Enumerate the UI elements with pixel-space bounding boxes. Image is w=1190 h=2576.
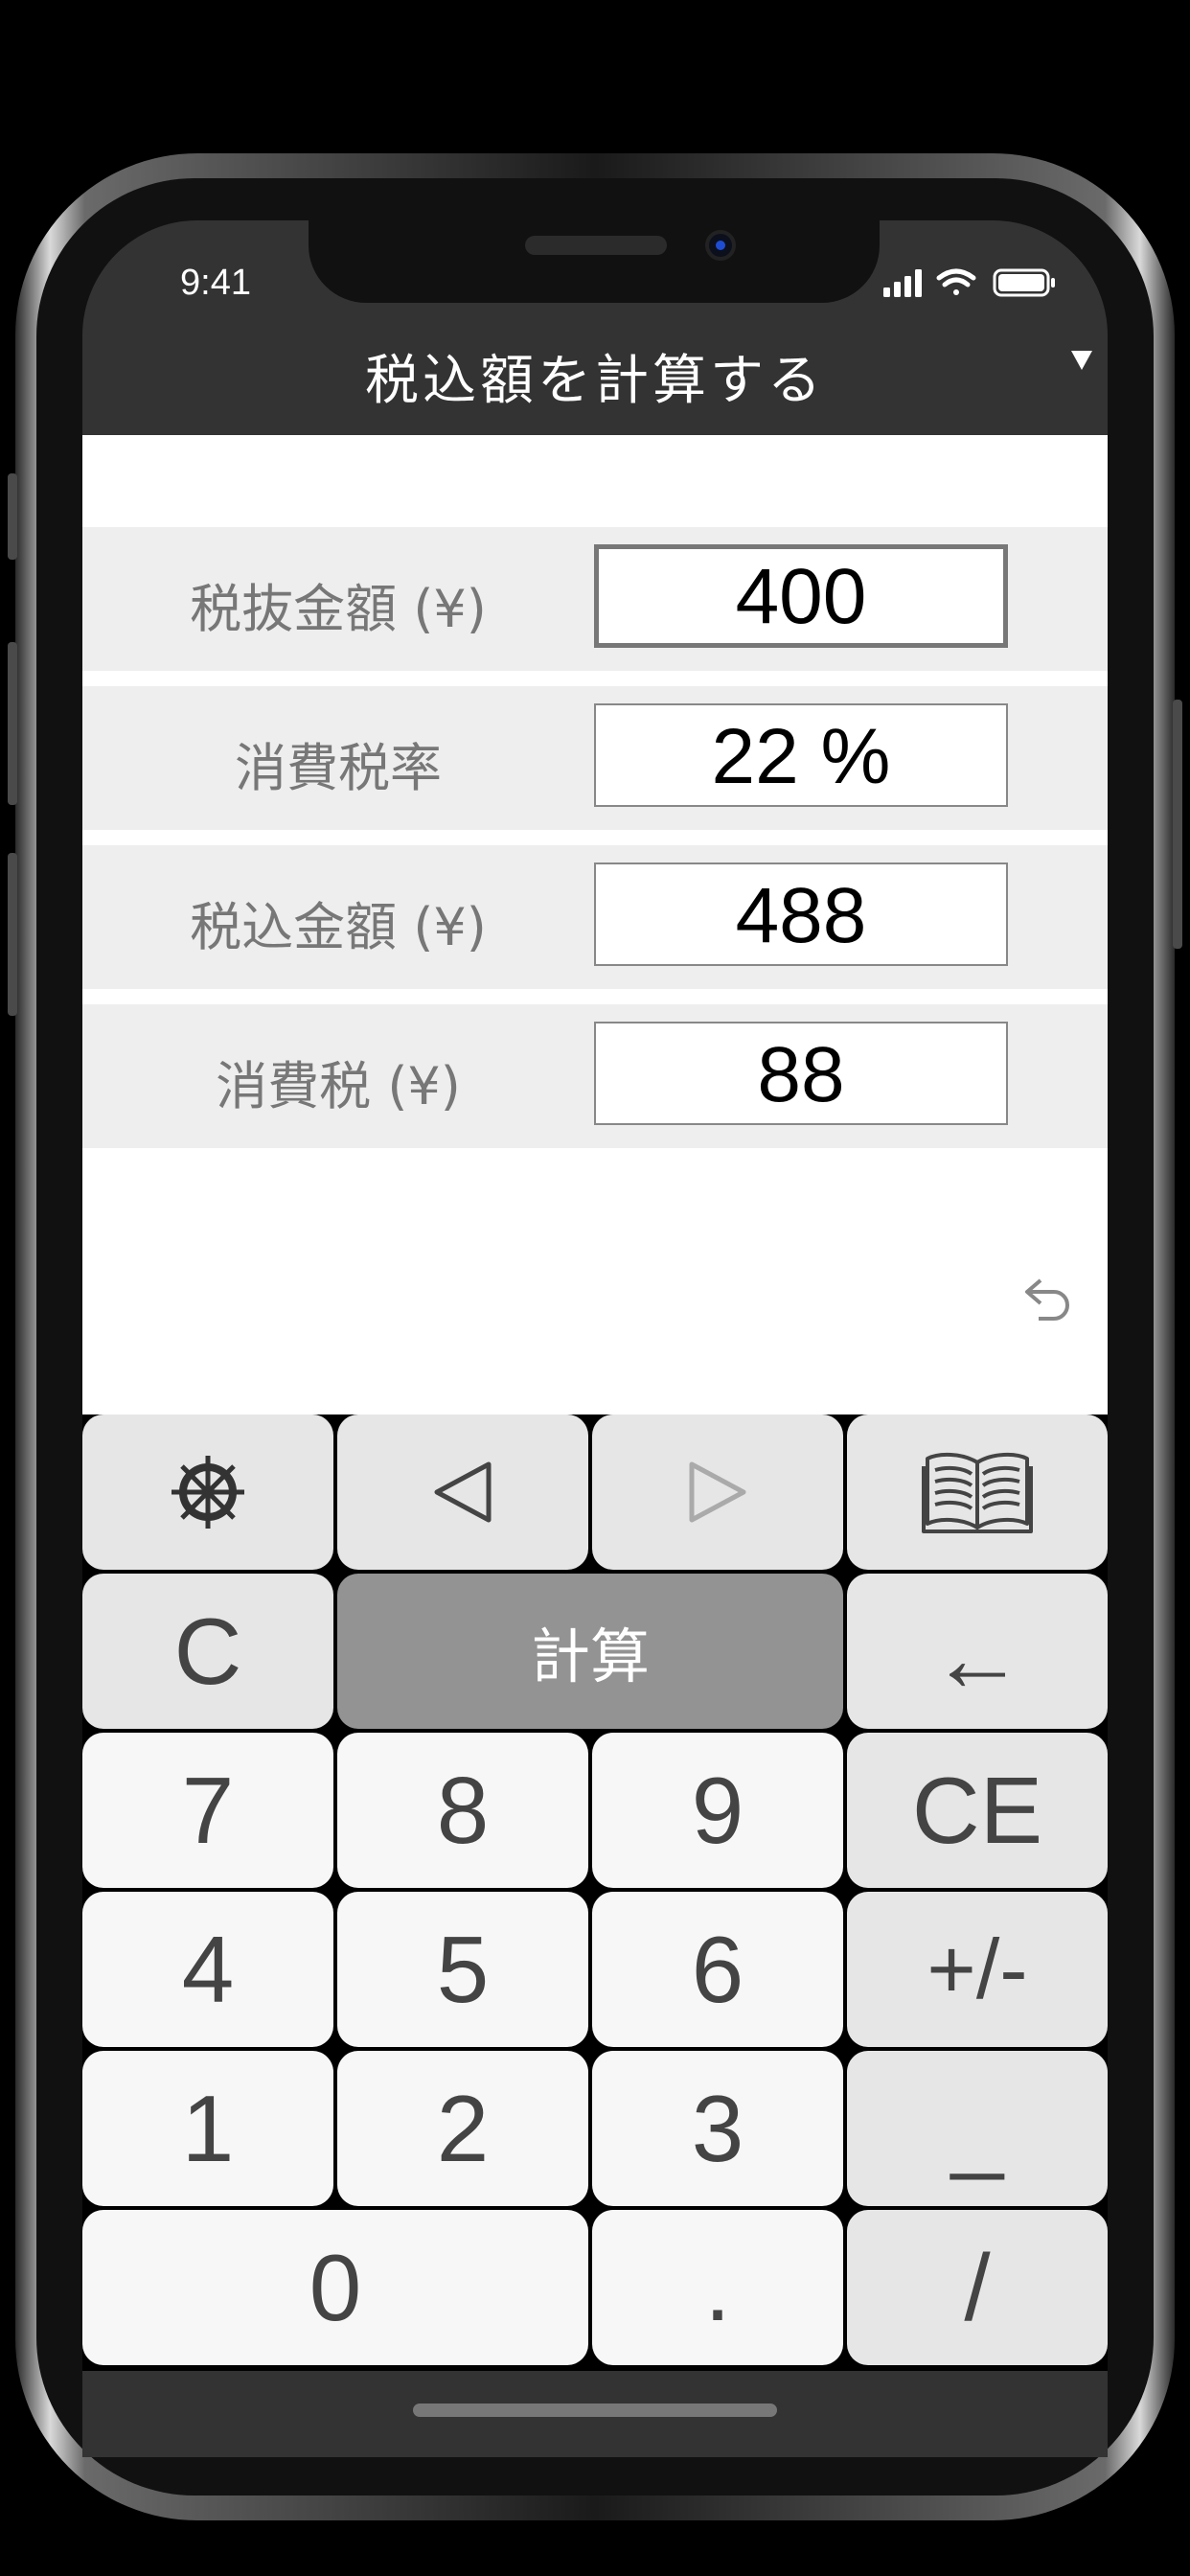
dharma-wheel-icon	[172, 1456, 244, 1529]
key-1[interactable]: 1	[82, 2051, 333, 2206]
clear-button[interactable]: C	[82, 1574, 333, 1729]
side-button-left-2	[8, 642, 17, 805]
triangle-right-icon	[689, 1461, 746, 1523]
row-tax-rate: 消費税率 22 %	[82, 686, 1108, 830]
wifi-icon	[936, 268, 976, 295]
book-icon	[922, 1452, 1033, 1533]
row-consumption-tax: 消費税 (¥) 88	[82, 1004, 1108, 1148]
key-5[interactable]: 5	[337, 1892, 588, 2047]
row-label: 税抜金額 (¥)	[190, 579, 487, 639]
decimal-button[interactable]: .	[592, 2210, 843, 2365]
tax-included-field[interactable]: 488	[594, 862, 1008, 966]
side-button-left-1	[8, 473, 17, 560]
row-label: 消費税 (¥)	[216, 1056, 461, 1116]
row-label: 税込金額 (¥)	[190, 897, 487, 957]
row-label: 消費税率	[235, 738, 442, 798]
status-time: 9:41	[180, 263, 251, 303]
menu-caret-icon[interactable]	[1071, 351, 1092, 370]
triangle-left-icon	[434, 1461, 492, 1523]
side-button-right	[1173, 700, 1182, 949]
status-icons	[883, 268, 1055, 297]
row-tax-included: 税込金額 (¥) 488	[82, 845, 1108, 989]
speaker	[525, 236, 667, 255]
settings-button[interactable]	[82, 1414, 333, 1570]
key-8[interactable]: 8	[337, 1733, 588, 1888]
tax-rate-field[interactable]: 22 %	[594, 703, 1008, 807]
page-title: 税込額を計算する	[365, 350, 825, 412]
clear-entry-button[interactable]: CE	[847, 1733, 1108, 1888]
key-2[interactable]: 2	[337, 2051, 588, 2206]
book-button[interactable]	[847, 1414, 1108, 1570]
key-6[interactable]: 6	[592, 1892, 843, 2047]
underscore-button[interactable]: _	[847, 2051, 1108, 2206]
notch	[309, 220, 880, 303]
calculate-button[interactable]: 計算	[337, 1574, 843, 1729]
back-button[interactable]	[337, 1414, 588, 1570]
undo-icon[interactable]	[1021, 1273, 1075, 1326]
tax-excluded-field[interactable]: 400	[594, 544, 1008, 648]
consumption-tax-field[interactable]: 88	[594, 1022, 1008, 1125]
signal-icon	[883, 269, 922, 297]
side-button-left-3	[8, 853, 17, 1016]
slash-button[interactable]: /	[847, 2210, 1108, 2365]
key-9[interactable]: 9	[592, 1733, 843, 1888]
home-indicator[interactable]	[413, 2404, 777, 2417]
sign-button[interactable]: +/-	[847, 1892, 1108, 2047]
backspace-button[interactable]: ←	[847, 1574, 1108, 1729]
battery-icon	[993, 268, 1055, 297]
key-7[interactable]: 7	[82, 1733, 333, 1888]
key-0[interactable]: 0	[82, 2210, 588, 2365]
key-4[interactable]: 4	[82, 1892, 333, 2047]
front-camera	[705, 230, 736, 261]
key-3[interactable]: 3	[592, 2051, 843, 2206]
forward-button[interactable]	[592, 1414, 843, 1570]
row-tax-excluded: 税抜金額 (¥) 400	[82, 527, 1108, 671]
keypad: C 計算 ← 7 8 9 CE 4 5 6 +/- 1 2 3 _ 0 . /	[82, 1414, 1108, 2371]
content-area: 税抜金額 (¥) 400 消費税率 22 % 税込金額 (¥) 488 消費税 …	[82, 435, 1108, 1414]
